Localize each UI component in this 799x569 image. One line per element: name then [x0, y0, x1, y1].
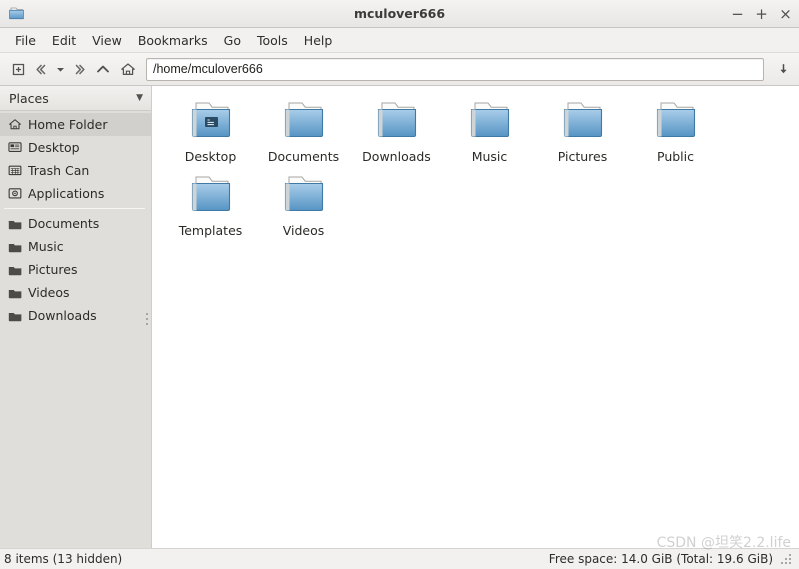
file-item-label: Music [471, 149, 508, 164]
folder-icon [466, 97, 514, 145]
folder-icon [280, 171, 328, 219]
sidebar-item-desktop[interactable]: Desktop [0, 136, 151, 159]
file-manager-window: mculover666 − + × File Edit View Bookmar… [0, 0, 799, 569]
folder-icon [7, 285, 22, 300]
folder-icon [7, 239, 22, 254]
main-body: Places ▼ Home Folder Desktop Trash Can A… [0, 86, 799, 548]
menu-edit[interactable]: Edit [44, 31, 84, 50]
home-icon [7, 117, 22, 132]
window-controls: − + × [731, 6, 799, 22]
file-item-public[interactable]: Public [629, 94, 722, 168]
maximize-button[interactable]: + [755, 6, 768, 22]
forward-icon[interactable] [71, 57, 90, 82]
status-right-group: Free space: 14.0 GiB (Total: 19.6 GiB) [549, 552, 791, 566]
applications-icon [7, 186, 22, 201]
file-item-downloads[interactable]: Downloads [350, 94, 443, 168]
menu-tools[interactable]: Tools [249, 31, 296, 50]
menu-bookmarks[interactable]: Bookmarks [130, 31, 216, 50]
file-item-desktop[interactable]: Desktop [164, 94, 257, 168]
path-input[interactable] [146, 57, 764, 81]
sidebar-item-music[interactable]: Music [0, 235, 151, 258]
file-item-label: Documents [267, 149, 340, 164]
title-bar: mculover666 − + × [0, 0, 799, 28]
places-sidebar: Places ▼ Home Folder Desktop Trash Can A… [0, 86, 152, 548]
file-item-label: Downloads [362, 149, 431, 164]
status-bar: 8 items (13 hidden) Free space: 14.0 GiB… [0, 548, 799, 569]
sidebar-item-label: Pictures [28, 262, 78, 277]
menu-help[interactable]: Help [296, 31, 341, 50]
folder-icon [280, 97, 328, 145]
window-title: mculover666 [353, 6, 446, 21]
file-item-label: Public [657, 149, 694, 164]
window-resize-grip[interactable] [781, 554, 791, 564]
sidebar-item-trash-can[interactable]: Trash Can [0, 159, 151, 182]
folder-icon [373, 97, 421, 145]
file-item-videos[interactable]: Videos [257, 168, 350, 242]
sidebar-splitter-handle[interactable] [144, 308, 149, 330]
menu-go[interactable]: Go [216, 31, 249, 50]
file-item-pictures[interactable]: Pictures [536, 94, 629, 168]
menu-file[interactable]: File [7, 31, 44, 50]
close-button[interactable]: × [779, 6, 792, 22]
minimize-button[interactable]: − [731, 6, 744, 22]
sidebar-item-pictures[interactable]: Pictures [0, 258, 151, 281]
sidebar-item-label: Applications [28, 186, 105, 201]
sidebar-item-label: Music [28, 239, 64, 254]
sidebar-item-label: Home Folder [28, 117, 108, 132]
sidebar-item-home-folder[interactable]: Home Folder [0, 113, 151, 136]
desktop-icon [7, 140, 22, 155]
trash-icon [7, 163, 22, 178]
file-item-music[interactable]: Music [443, 94, 536, 168]
folder-icon [7, 262, 22, 277]
history-dropdown-icon[interactable] [51, 57, 70, 82]
sidebar-item-label: Downloads [28, 308, 97, 323]
file-item-documents[interactable]: Documents [257, 94, 350, 168]
sidebar-separator [4, 208, 145, 209]
folder-desktop-icon [187, 97, 235, 145]
sidebar-item-label: Desktop [28, 140, 80, 155]
sidebar-item-label: Trash Can [28, 163, 90, 178]
file-item-label: Desktop [184, 149, 237, 164]
sidebar-item-label: Documents [28, 216, 100, 231]
file-list-pane[interactable]: Desktop Documents Downloads Music Pictur… [152, 86, 799, 548]
file-item-label: Pictures [557, 149, 608, 164]
places-header-label: Places [9, 90, 49, 106]
up-icon[interactable] [91, 57, 115, 82]
folder-icon [7, 216, 22, 231]
home-icon[interactable] [116, 57, 140, 82]
sidebar-item-label: Videos [28, 285, 70, 300]
places-list: Home Folder Desktop Trash Can Applicatio… [0, 111, 151, 548]
sidebar-item-videos[interactable]: Videos [0, 281, 151, 304]
menu-view[interactable]: View [84, 31, 130, 50]
go-down-icon[interactable] [769, 57, 793, 82]
folder-icon [187, 171, 235, 219]
menu-bar: File Edit View Bookmarks Go Tools Help [0, 28, 799, 53]
folder-icon [559, 97, 607, 145]
new-tab-icon[interactable] [6, 57, 30, 82]
status-item-count: 8 items (13 hidden) [4, 552, 123, 566]
sidebar-item-documents[interactable]: Documents [0, 212, 151, 235]
file-item-label: Templates [178, 223, 243, 238]
folder-icon [652, 97, 700, 145]
status-free-space: Free space: 14.0 GiB (Total: 19.6 GiB) [548, 552, 773, 566]
file-item-templates[interactable]: Templates [164, 168, 257, 242]
back-icon[interactable] [31, 57, 50, 82]
sidebar-item-applications[interactable]: Applications [0, 182, 151, 205]
window-folder-icon [5, 4, 27, 24]
sidebar-item-downloads[interactable]: Downloads [0, 304, 151, 327]
toolbar [0, 53, 799, 86]
places-header[interactable]: Places ▼ [0, 86, 151, 111]
chevron-down-icon[interactable]: ▼ [136, 93, 143, 103]
folder-icon [7, 308, 22, 323]
file-item-label: Videos [282, 223, 325, 238]
